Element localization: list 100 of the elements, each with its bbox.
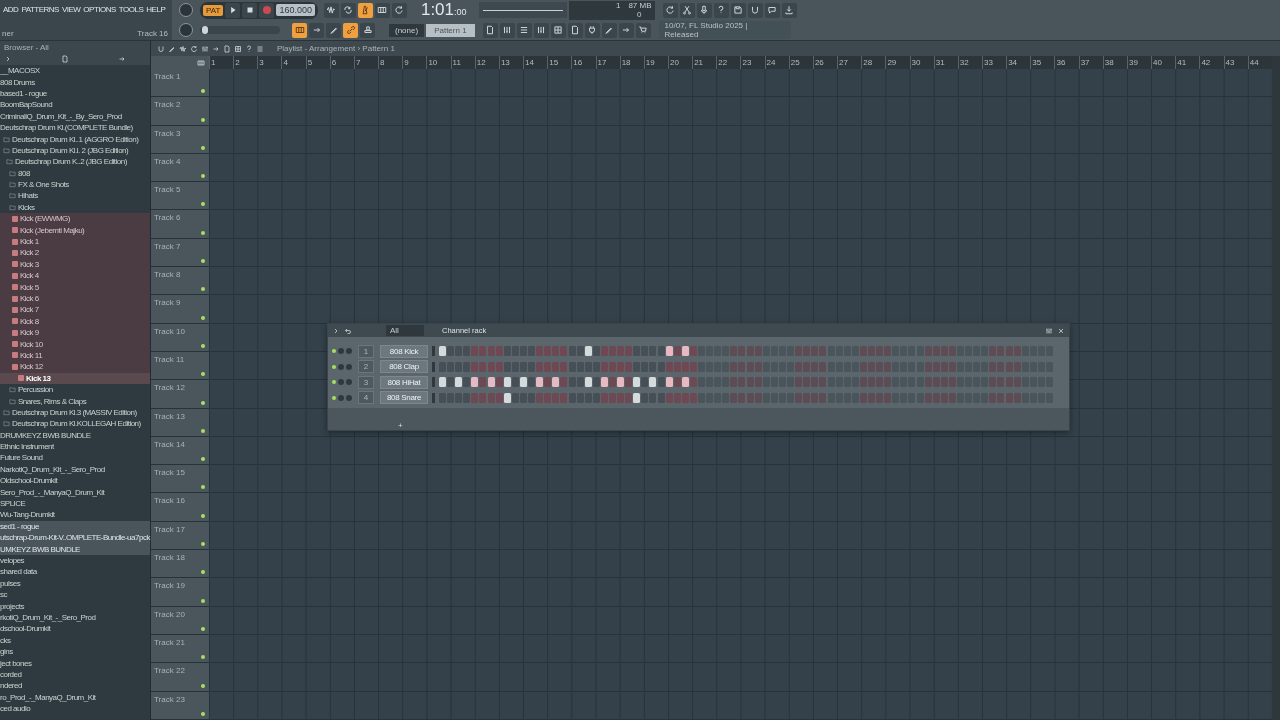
menu-item[interactable]: HELP (146, 5, 166, 14)
add-channel-button[interactable]: + (398, 421, 403, 430)
browser-item[interactable]: ro_Prod_-_ManyaQ_Drum_Kit (0, 691, 150, 703)
browser-item[interactable]: Ethnic Instrument (0, 440, 150, 453)
track-header[interactable]: Track 2 (151, 97, 209, 125)
browser-item[interactable]: projects (0, 600, 150, 612)
group-filter-dropdown[interactable]: All (386, 325, 424, 336)
track-header[interactable]: Track 8 (151, 267, 209, 295)
browser-item[interactable]: Deutschrap Drum Kl..1 (AGGRO Edition) (0, 133, 150, 145)
track-header[interactable]: Track 21 (151, 634, 209, 663)
menu-item[interactable]: TOOLS (118, 5, 144, 14)
browser-item[interactable]: utschrap-Drum-Kit-V..OMPLETE-Bundle-ua7pck (0, 532, 150, 544)
menu-item[interactable]: PATTERNS (21, 5, 59, 14)
browser-item[interactable]: Snares, Rims & Claps (0, 395, 150, 407)
browser-item[interactable]: Kick 5 (0, 281, 150, 293)
pattern-selector[interactable]: Pattern 1 (426, 23, 475, 37)
channel-name-button[interactable]: 808 HiHat (380, 375, 428, 389)
browser-item[interactable]: Deutschrap Drum Kl.3 (MASSIV Edition) (0, 406, 150, 419)
track-header[interactable]: Track 18 (151, 550, 209, 578)
snap-dropdown[interactable]: (none) (389, 23, 425, 37)
mixer-track-number[interactable]: 3 (358, 375, 374, 389)
browser-item[interactable]: NarkotiQ_Drum_Kit_-_Sero_Prod (0, 463, 150, 476)
channel-name-button[interactable]: 808 Snare (380, 391, 428, 405)
browser-item[interactable]: UMKEYZ BWB BUNDLE (0, 543, 150, 555)
track-header[interactable]: Track 4 (151, 153, 209, 182)
channel-name-button[interactable]: 808 Kick (380, 344, 428, 358)
browser-item[interactable]: 808 (0, 167, 150, 179)
browser-item[interactable]: Oldschool-Drumkit (0, 475, 150, 487)
track-header[interactable]: Track 7 (151, 238, 209, 267)
browser-item[interactable]: velopes (0, 554, 150, 567)
browser-item[interactable]: Kick 8 (0, 315, 150, 327)
menu-item[interactable]: OPTIONS (83, 5, 116, 14)
track-header[interactable]: Track 20 (151, 606, 209, 634)
browser-item[interactable]: sc (0, 588, 150, 601)
mixer-track-number[interactable]: 1 (358, 344, 374, 358)
browser-item[interactable]: Kick (Jebemti Majku) (0, 224, 150, 236)
track-header[interactable]: Track 11 (151, 351, 209, 380)
channel-name-button[interactable]: 808 Clap (380, 360, 428, 374)
track-header[interactable]: Track 14 (151, 436, 209, 465)
pattern-mode-toggle[interactable]: PAT (203, 4, 224, 16)
memory-reading: 87 MB (628, 0, 652, 10)
browser-item[interactable]: Kick 12 (0, 361, 150, 373)
track-header[interactable]: Track 15 (151, 465, 209, 493)
browser-item[interactable]: FX & One Shots (0, 178, 150, 191)
browser-item[interactable]: 808 Drums (0, 76, 150, 88)
track-header[interactable]: Track 9 (151, 295, 209, 323)
playlist-title: Playlist - Arrangement › Pattern 1 (277, 44, 395, 53)
browser-item[interactable]: Kick 4 (0, 270, 150, 282)
browser-item[interactable]: gins (0, 645, 150, 658)
track-header[interactable]: Track 5 (151, 182, 209, 210)
track-header[interactable]: Track 10 (151, 323, 209, 351)
hint-text: ner (2, 29, 14, 38)
browser-item[interactable]: Kick 2 (0, 247, 150, 259)
track-header[interactable]: Track 6 (151, 210, 209, 238)
browser-item[interactable]: dschool-Drumkit (0, 623, 150, 635)
track-header[interactable]: Track 16 (151, 493, 209, 521)
browser-item[interactable]: SPLICE (0, 497, 150, 510)
track-header[interactable]: Track 12 (151, 380, 209, 408)
browser-item[interactable]: Deutschrap Drum Kl.KOLLEGAH Edition) (0, 418, 150, 430)
timeline-ruler[interactable]: 1 2 3 4 5 6 7 8 9 10 11 12 13 14 15 16 17 18 19 20 21 22 23 24 25 26 27 28 29 30 31 32 33 34 35 36 37 38 39 40 41 42 43 44 (209, 56, 1272, 69)
menu-item[interactable]: ADD (3, 5, 19, 14)
track-header[interactable]: Track 3 (151, 125, 209, 153)
track-header[interactable]: Track 1 (151, 69, 209, 97)
browser-item[interactable]: sed1 - rogue (0, 520, 150, 532)
track-header[interactable]: Track 19 (151, 578, 209, 606)
browser-item[interactable]: cks (0, 634, 150, 646)
browser-item[interactable]: Wu-Tang-Drumkit (0, 509, 150, 521)
track-header[interactable]: Track 22 (151, 663, 209, 691)
browser-item[interactable]: Kick 13 (0, 372, 150, 384)
browser-item[interactable]: Future Sound (0, 452, 150, 464)
browser-item[interactable]: ndered (0, 680, 150, 692)
track-header[interactable]: Track 23 (151, 691, 209, 719)
browser-item[interactable]: ced audio (0, 702, 150, 715)
browser-item[interactable]: ject bones (0, 657, 150, 669)
track-header[interactable]: Track 13 (151, 408, 209, 436)
browser-item[interactable]: CriminaliQ_Drum_Kit_-_By_Sero_Prod (0, 110, 150, 122)
browser-item[interactable]: rkotiQ_Drum_Kit_-_Sero_Prod (0, 611, 150, 624)
browser-item[interactable]: shared data (0, 566, 150, 578)
mixer-track-number[interactable]: 4 (358, 391, 374, 405)
browser-item[interactable]: corded (0, 668, 150, 681)
news-panel[interactable]: 10/07, FL Studio 2025 | Released (658, 21, 791, 39)
browser-item[interactable]: Hihats (0, 190, 150, 202)
browser-item[interactable]: BoomBapSound (0, 99, 150, 111)
browser-item[interactable]: Kick 10 (0, 338, 150, 350)
browser-item[interactable]: Sero_Prod_-_ManyaQ_Drum_Kit (0, 486, 150, 498)
browser-item[interactable]: DRUMKEYZ BWB BUNDLE (0, 429, 150, 441)
tempo-display[interactable]: 160.000 (276, 4, 315, 16)
browser-item[interactable]: pulses (0, 577, 150, 589)
browser-item[interactable]: Kicks (0, 201, 150, 214)
browser-item[interactable]: Deutschrap Drum Kl.l. 2 (JBG Edition) (0, 144, 150, 157)
browser-item[interactable]: __MACOSX (0, 65, 150, 77)
track-header[interactable]: Track 17 (151, 521, 209, 550)
browser-item[interactable]: Kick 7 (0, 304, 150, 316)
browser-item[interactable]: Deutschrap Drum Kl.(COMPLETE Bundle) (0, 121, 150, 134)
browser-item[interactable]: based1 - rogue (0, 87, 150, 100)
browser-item[interactable]: Percussion (0, 383, 150, 396)
browser-item[interactable]: Deutschrap Drum K..2 (JBG Edition) (0, 156, 150, 168)
menu-item[interactable]: VIEW (61, 5, 81, 14)
browser-item[interactable]: Kick (EWWMG) (0, 213, 150, 225)
mixer-track-number[interactable]: 2 (358, 360, 374, 374)
